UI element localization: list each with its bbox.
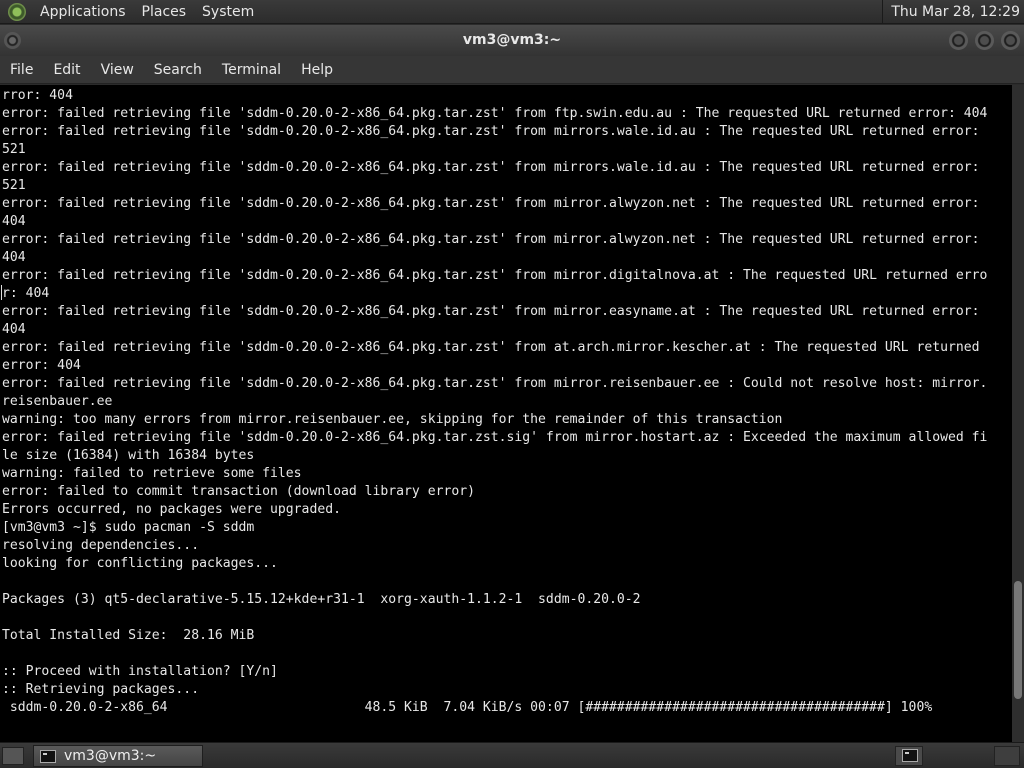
menu-file[interactable]: File	[0, 56, 43, 84]
terminal-line: warning: failed to retrieve some files	[2, 466, 302, 481]
terminal-line: looking for conflicting packages...	[2, 556, 278, 571]
terminal-line: Total Installed Size: 28.16 MiB	[2, 628, 255, 643]
terminal-line: le size (16384) with 16384 bytes	[2, 448, 255, 463]
workspace-switcher-icon[interactable]	[895, 746, 923, 766]
terminal-line: error: failed to commit transaction (dow…	[2, 484, 475, 499]
terminal-line: :: Retrieving packages...	[2, 682, 200, 697]
bottom-panel: vm3@vm3:~	[0, 742, 1024, 768]
terminal-line: sddm-0.20.0-2-x86_64 48.5 KiB 7.04 KiB/s…	[2, 700, 933, 715]
window-title: vm3@vm3:~	[462, 32, 562, 48]
terminal-line: error: 404	[2, 358, 81, 373]
terminal-line: error: failed retrieving file 'sddm-0.20…	[2, 304, 980, 319]
terminal-line: reisenbauer.ee	[2, 394, 113, 409]
system-menu[interactable]: System	[194, 4, 262, 20]
scrollbar-thumb[interactable]	[1014, 581, 1022, 699]
terminal-scrollbar[interactable]	[1012, 85, 1024, 742]
taskbar-window-label: vm3@vm3:~	[64, 748, 157, 764]
terminal-line: [vm3@vm3 ~]$ sudo pacman -S sddm	[2, 520, 255, 535]
menu-edit[interactable]: Edit	[43, 56, 90, 84]
terminal-output[interactable]: rror: 404 error: failed retrieving file '…	[0, 85, 1012, 742]
terminal-line: 404	[2, 214, 26, 229]
terminal-menubar: File Edit View Search Terminal Help	[0, 56, 1024, 84]
maximize-button[interactable]	[975, 31, 994, 50]
distro-logo-icon[interactable]	[8, 2, 26, 21]
terminal-icon	[40, 749, 56, 763]
terminal-line: error: failed retrieving file 'sddm-0.20…	[2, 430, 988, 445]
top-panel: Applications Places System Thu Mar 28, 1…	[0, 0, 1024, 24]
terminal-line: 521	[2, 178, 26, 193]
places-menu[interactable]: Places	[134, 4, 195, 20]
terminal-line: 404	[2, 322, 26, 337]
terminal-text: rror: 404 error: failed retrieving file '…	[0, 85, 1012, 717]
terminal-line: warning: too many errors from mirror.rei…	[2, 412, 783, 427]
applications-menu[interactable]: Applications	[32, 4, 134, 20]
terminal-line: error: failed retrieving file 'sddm-0.20…	[2, 196, 980, 211]
close-button[interactable]	[1001, 31, 1020, 50]
terminal-line: error: failed retrieving file 'sddm-0.20…	[2, 106, 988, 121]
terminal-line: error: failed retrieving file 'sddm-0.20…	[2, 340, 980, 355]
terminal-line: error: failed retrieving file 'sddm-0.20…	[2, 232, 980, 247]
menu-view[interactable]: View	[91, 56, 144, 84]
clock[interactable]: Thu Mar 28, 12:29	[882, 0, 1020, 24]
window-titlebar[interactable]: vm3@vm3:~	[0, 25, 1024, 56]
terminal-line: error: failed retrieving file 'sddm-0.20…	[2, 268, 988, 283]
terminal-line: rror: 404	[2, 88, 73, 103]
terminal-line: 404	[2, 250, 26, 265]
menu-search[interactable]: Search	[144, 56, 212, 84]
taskbar-window-button[interactable]: vm3@vm3:~	[33, 745, 203, 767]
text-cursor	[1, 285, 2, 300]
terminal-line: error: failed retrieving file 'sddm-0.20…	[2, 376, 988, 391]
terminal-line: Packages (3) qt5-declarative-5.15.12+kde…	[2, 592, 641, 607]
terminal-line: resolving dependencies...	[2, 538, 200, 553]
terminal-line: error: failed retrieving file 'sddm-0.20…	[2, 124, 980, 139]
terminal-line: error: failed retrieving file 'sddm-0.20…	[2, 160, 980, 175]
menu-terminal[interactable]: Terminal	[212, 56, 291, 84]
show-desktop-icon[interactable]	[2, 747, 24, 765]
terminal-line: 521	[2, 142, 26, 157]
trash-icon[interactable]	[994, 746, 1020, 766]
terminal-line: Errors occurred, no packages were upgrad…	[2, 502, 341, 517]
menu-help[interactable]: Help	[291, 56, 343, 84]
minimize-button[interactable]	[949, 31, 968, 50]
terminal-line: r: 404	[2, 286, 50, 301]
terminal-line: :: Proceed with installation? [Y/n]	[2, 664, 278, 679]
terminal-icon	[902, 749, 918, 762]
